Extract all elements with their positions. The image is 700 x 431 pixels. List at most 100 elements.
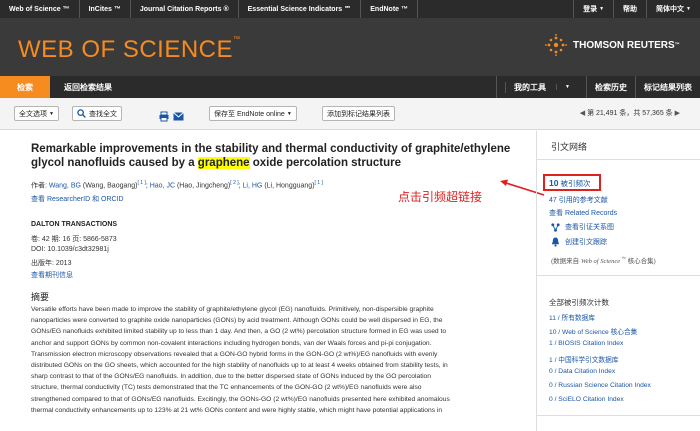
prev-record-icon[interactable]: ◀ [580,110,587,117]
nav-jcr[interactable]: Journal Citation Reports ® [131,0,239,18]
data-note-end: 核心合集) [625,258,656,265]
count-all-databases[interactable]: 11 / 所有数据库 [549,312,595,322]
save-to-label: 保存至 EndNote online [214,110,285,118]
print-icon[interactable] [159,109,169,124]
site-header: WEB OF SCIENCE™ THOMSON REUTERS ™ [0,18,700,76]
author-link[interactable]: Hao, JC [150,182,175,189]
authors-label: 作者: [31,182,47,190]
researcher-id-link[interactable]: 查看 ResearcherID 和 ORCID [31,194,124,204]
author-full-name: (Li, Hongguang) [262,182,315,190]
login-label: 登录 [583,6,598,13]
journal-info-link[interactable]: 查看期刊信息 [31,270,73,280]
abstract-heading: 摘要 [31,292,50,302]
times-cited-label: 被引频次 [558,179,591,188]
tab-search[interactable]: 检索 [0,76,50,98]
nav-esi[interactable]: Essential Science Indicators ℠ [239,0,362,18]
related-records-link[interactable]: 查看 Related Records [549,208,617,218]
caret-down-icon: ▼ [49,110,54,117]
citation-map-link[interactable]: 查看引证关系图 [551,222,614,232]
record-position-text: 第 21,491 条，共 57,365 条 [587,110,673,117]
caret-down-icon: ▼ [286,110,292,117]
wos-logo[interactable]: WEB OF SCIENCE™ [18,36,241,64]
caret-down-icon: ▼ [686,6,691,12]
citation-network-panel: 引文网络 10 被引频次 47 引用的参考文献 查看 Related Recor… [536,131,700,431]
publisher-tm: ™ [674,42,680,48]
abstract-line: strengthened compared to that of GONs/EG… [31,395,450,403]
author-affiliation-ref[interactable]: [ 2 ] [230,180,238,186]
count-scielo[interactable]: 0 / SciELO Citation Index [549,396,624,403]
publication-year: 出版年: 2013 [31,260,72,267]
author-full-name: (Hao, Jingcheng) [175,182,231,190]
author-affiliation-ref[interactable]: [ 1 ] [315,180,323,186]
citation-alert-label: 创建引文跟踪 [565,239,607,246]
brand-tm: ™ [233,36,241,43]
next-record-icon[interactable]: ▶ [673,110,680,117]
record-position: ◀ 第 21,491 条，共 57,365 条 ▶ [580,108,680,118]
abstract-line: GONs/EG nanofluids exhibited limited sta… [31,328,447,336]
times-cited-link[interactable]: 10 被引频次 [549,178,591,189]
author-full-name: (Wang, Baogang) [80,182,138,190]
language-label: 简体中文 [656,6,685,13]
count-biosis[interactable]: 1 / BIOSIS Citation Index [549,340,623,347]
record-toolbar: 全文选项 ▼ 查找全文 保存至 EndNote online ▼ 添加到标记结果列表… [0,98,700,130]
thomson-reuters-icon [545,34,567,56]
author-link[interactable]: Li, HG [243,182,263,189]
fulltext-options-label: 全文选项 [19,110,47,118]
abstract-line: Versatile efforts have been made to impr… [31,306,434,313]
abstract-line: Transmission electron microscopy observa… [31,350,438,358]
search-icon [77,109,86,118]
nav-endnote[interactable]: EndNote ™ [361,0,418,18]
abstract-line: structure, thermal conductivity (TC) tes… [31,384,422,392]
record-title: Remarkable improvements in the stability… [31,142,521,170]
back-to-results-link[interactable]: 返回检索结果 [50,82,112,93]
count-data-citation[interactable]: 0 / Data Citation Index [549,368,615,375]
login-menu[interactable]: 登录 ▼ [573,0,613,18]
citation-map-icon [551,222,560,232]
count-russian-sci[interactable]: 0 / Russian Science Citation Index [549,382,651,389]
all-times-cited-title: 全部被引频次计数 [549,298,609,307]
fulltext-options-button[interactable]: 全文选项 ▼ [14,106,59,121]
find-fulltext-label: 查找全文 [89,110,117,118]
help-link[interactable]: 帮助 [613,0,646,18]
thomson-reuters-logo: THOMSON REUTERS ™ [545,34,680,56]
data-note-start: (数据来自 [551,258,581,265]
abstract-line: nanoparticles were converted to graphite… [31,317,443,325]
search-history-link[interactable]: 检索历史 [586,76,635,98]
top-nav-bar: Web of Science ™ InCites ™ Journal Citat… [0,0,700,18]
author-link[interactable]: Wang, BG [49,182,81,189]
publisher-name: THOMSON REUTERS [573,39,675,51]
volume-issue-pages: 卷: 42 期: 16 页: 5866-5873 [31,236,117,243]
abstract-line: sharp contrast to that of the GONs/EG na… [31,373,431,381]
nav-incites[interactable]: InCites ™ [80,0,131,18]
my-tools-label: 我的工具 [505,81,554,93]
abstract-text: Versatile efforts have been made to impr… [31,304,521,416]
title-text-end: oxide percolation structure [249,157,402,169]
authors-line: 作者: Wang, BG (Wang, Baogang)[ 1 ]; Hao, … [31,180,323,190]
data-source-note: (数据来自 Web of Science ™ 核心合集) [551,255,656,265]
nav-web-of-science[interactable]: Web of Science ™ [0,0,80,18]
abstract-line: thermal conductivity enhancements up to … [31,406,443,414]
data-note-source: Web of Science [580,258,621,265]
bell-icon [551,237,560,247]
annotation-text: 点击引频超链接 [398,190,483,204]
journal-name: DALTON TRANSACTIONS [31,221,118,228]
count-wos-core[interactable]: 10 / Web of Science 核心合集 [549,326,637,336]
email-icon[interactable] [173,109,184,124]
sub-nav-bar: 检索 返回检索结果 我的工具 ▼ 检索历史 标记结果列表 [0,76,700,98]
divider [537,415,700,416]
doi: DOI: 10.1039/c3dt32981j [31,246,109,253]
language-menu[interactable]: 简体中文 ▼ [646,0,700,18]
count-cscd[interactable]: 1 / 中国科学引文数据库 [549,354,618,364]
find-fulltext-button[interactable]: 查找全文 [72,106,122,121]
caret-down-icon: ▼ [556,84,578,90]
cited-references-link[interactable]: 47 引用的参考文献 [549,195,608,205]
author-affiliation-ref[interactable]: [ 1 ] [138,180,146,186]
my-tools-menu[interactable]: 我的工具 ▼ [496,76,586,98]
citation-map-label: 查看引证关系图 [565,224,614,231]
panel-title: 引文网络 [537,131,700,160]
add-to-marked-list-button[interactable]: 添加到标记结果列表 [322,106,395,121]
brand-text: WEB OF SCIENCE [18,36,234,63]
save-to-endnote-button[interactable]: 保存至 EndNote online ▼ [209,106,297,121]
citation-alert-link[interactable]: 创建引文跟踪 [551,237,607,247]
marked-list-link[interactable]: 标记结果列表 [635,76,700,98]
